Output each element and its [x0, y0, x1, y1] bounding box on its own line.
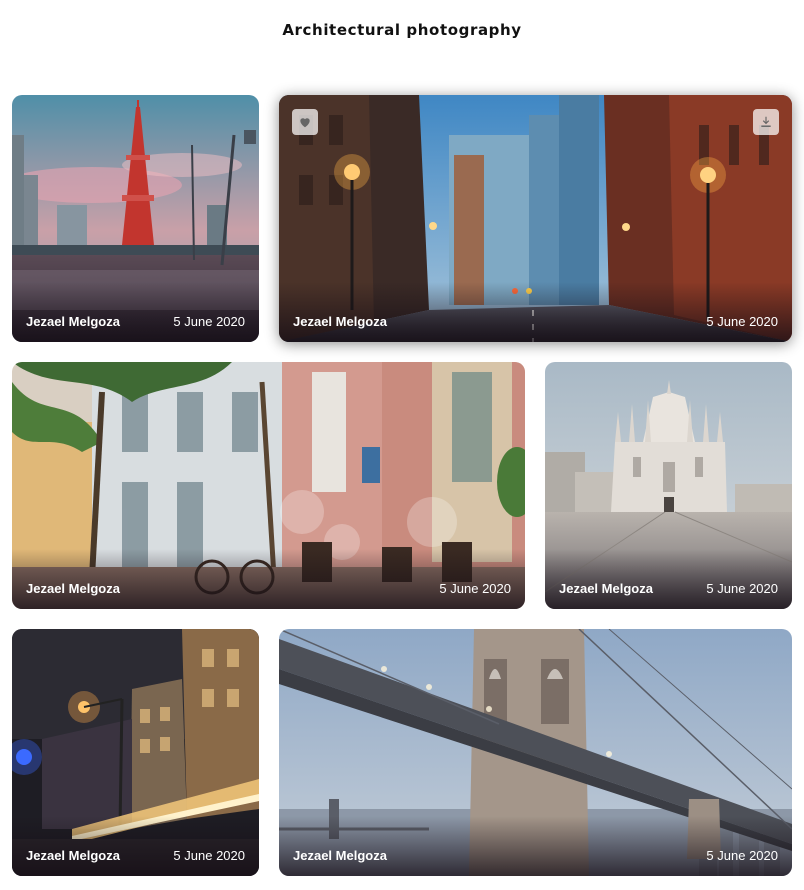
photo-author: Jezael Melgoza — [559, 581, 653, 596]
caption-shade — [279, 282, 792, 342]
photo-author: Jezael Melgoza — [26, 581, 120, 596]
photo-author: Jezael Melgoza — [26, 848, 120, 863]
photo-card[interactable]: Jezael Melgoza 5 June 2020 — [545, 362, 792, 609]
photo-card[interactable]: Jezael Melgoza 5 June 2020 — [279, 95, 792, 342]
photo-author: Jezael Melgoza — [293, 314, 387, 329]
photo-card[interactable]: Jezael Melgoza 5 June 2020 — [12, 629, 259, 876]
photo-author: Jezael Melgoza — [26, 314, 120, 329]
download-button[interactable] — [753, 109, 779, 135]
photo-date: 5 June 2020 — [173, 314, 245, 329]
download-icon — [761, 116, 771, 127]
caption-shade — [279, 816, 792, 876]
favorite-button[interactable] — [292, 109, 318, 135]
photo-card[interactable]: Jezael Melgoza 5 June 2020 — [12, 362, 525, 609]
page-title: Architectural Photography — [282, 21, 522, 39]
photo-date: 5 June 2020 — [706, 314, 778, 329]
heart-icon — [300, 118, 310, 128]
photo-date: 5 June 2020 — [706, 848, 778, 863]
caption-shade — [545, 549, 792, 609]
photo-date: 5 June 2020 — [706, 581, 778, 596]
photo-card[interactable]: Jezael Melgoza 5 June 2020 — [279, 629, 792, 876]
caption-shade — [12, 282, 259, 342]
photo-card[interactable]: Jezael Melgoza 5 June 2020 — [12, 95, 259, 342]
photo-date: 5 June 2020 — [439, 581, 511, 596]
photo-date: 5 June 2020 — [173, 848, 245, 863]
photo-author: Jezael Melgoza — [293, 848, 387, 863]
caption-shade — [12, 816, 259, 876]
caption-shade — [12, 549, 525, 609]
